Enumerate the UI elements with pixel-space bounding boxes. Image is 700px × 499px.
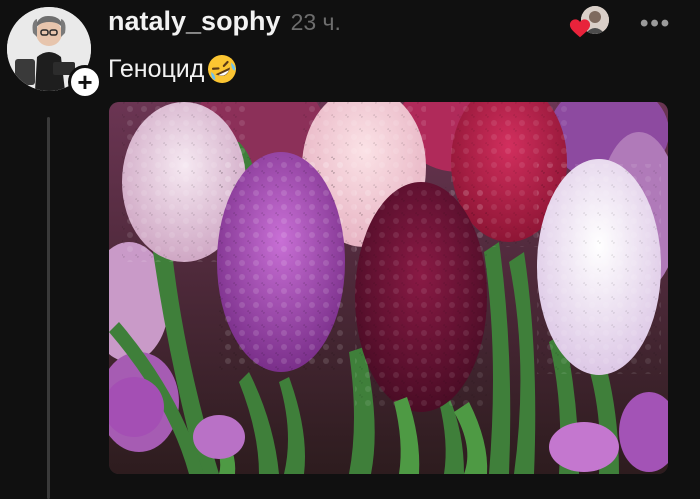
follow-plus-button[interactable]: + [68, 65, 102, 99]
post-caption: Геноцид [108, 54, 205, 83]
hyacinth-photo [109, 102, 668, 474]
post-text: Геноцид [108, 53, 238, 85]
thread-line [47, 117, 50, 499]
heart-icon [569, 19, 591, 38]
liker-avatars[interactable] [569, 6, 611, 42]
avatar-wrapper[interactable]: + [7, 7, 102, 99]
post-image[interactable] [109, 102, 668, 474]
username-link[interactable]: nataly_sophy [108, 6, 281, 37]
timestamp: 23 ч. [290, 9, 341, 35]
rolling-laughing-emoji-icon [208, 55, 237, 83]
post-header: nataly_sophy 23 ч. [108, 6, 341, 40]
more-options-button[interactable]: ••• [640, 10, 671, 38]
